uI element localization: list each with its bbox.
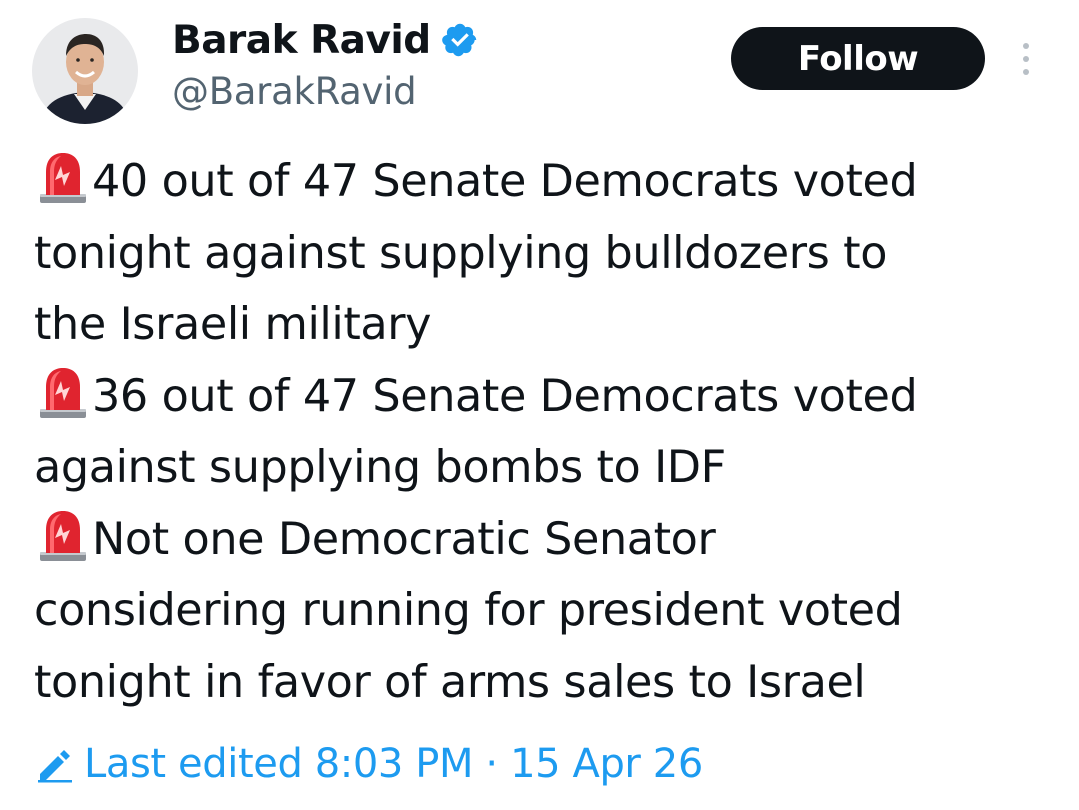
tweet-line: Not one Democratic Senator xyxy=(34,504,1064,576)
last-edited-link[interactable]: Last edited 8:03 PM · 15 Apr 26 xyxy=(34,738,703,790)
tweet-text: 40 out of 47 Senate Democrats voted toni… xyxy=(34,146,1064,718)
tweet-line: the Israeli military xyxy=(34,299,432,350)
tweet-line: 36 out of 47 Senate Democrats voted xyxy=(34,361,1064,433)
pencil-icon xyxy=(34,744,74,784)
author-display-name[interactable]: Barak Ravid xyxy=(172,18,431,63)
last-edited-text[interactable]: Last edited 8:03 PM · 15 Apr 26 xyxy=(84,741,703,787)
rotating-light-siren-icon xyxy=(34,508,92,562)
tweet-line: tonight in favor of arms sales to Israel xyxy=(34,656,866,708)
follow-button[interactable]: Follow xyxy=(731,27,985,90)
tweet-line: considering running for president voted xyxy=(34,585,903,636)
more-vertical-icon[interactable] xyxy=(1014,40,1038,80)
rotating-light-siren-icon xyxy=(34,365,92,419)
avatar-image xyxy=(32,18,138,124)
author-handle[interactable]: @BarakRavid xyxy=(172,70,417,113)
tweet-line: 40 out of 47 Senate Democrats voted xyxy=(34,146,1064,218)
tweet-line-text: 40 out of 47 Senate Democrats voted xyxy=(92,156,918,207)
tweet-line-text: Not one Democratic Senator xyxy=(92,513,716,565)
tweet-card: Barak Ravid @BarakRavid Follow 40 out of… xyxy=(0,0,1079,810)
tweet-line: against supplying bombs to IDF xyxy=(34,442,726,493)
tweet-line-text: 36 out of 47 Senate Democrats voted xyxy=(92,370,918,422)
verified-badge-icon[interactable] xyxy=(441,21,479,59)
avatar[interactable] xyxy=(32,18,138,124)
rotating-light-siren-icon xyxy=(34,150,92,204)
author-name-row[interactable]: Barak Ravid xyxy=(172,14,479,66)
tweet-line: tonight against supplying bulldozers to xyxy=(34,227,888,279)
